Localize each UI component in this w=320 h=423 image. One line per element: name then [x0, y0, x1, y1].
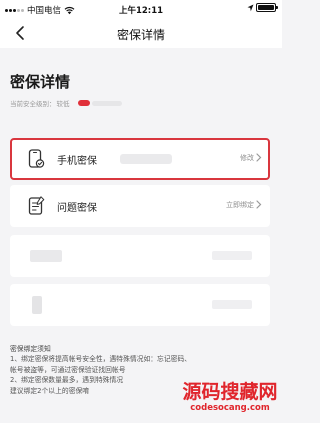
notes-line: 帐号被盗等，可通过密保验证找回帐号	[10, 365, 126, 374]
blurred-action	[212, 300, 252, 309]
status-time: 上午12:11	[118, 6, 164, 16]
security-level-indicator	[77, 100, 90, 106]
phone-shield-icon	[28, 149, 45, 168]
masked-phone-number	[120, 154, 172, 164]
blurred-action	[212, 251, 252, 260]
blurred-icon	[32, 296, 42, 314]
question-note-icon	[28, 196, 45, 215]
question-security-label: 问题密保	[57, 203, 97, 214]
location-icon	[247, 4, 254, 11]
watermark-text: 源码搜藏网	[182, 381, 278, 403]
chevron-right-icon	[256, 200, 262, 209]
phone-security-label: 手机密保	[57, 156, 97, 167]
security-header: 密保详情 当前安全级别： 较低	[0, 48, 282, 110]
security-level-label: 当前安全级别：	[10, 100, 56, 108]
blurred-security-item[interactable]	[10, 284, 270, 326]
battery-icon	[256, 3, 278, 12]
blurred-security-item[interactable]	[10, 235, 270, 277]
status-right	[247, 3, 278, 12]
phone-security-action[interactable]: 修改	[240, 153, 254, 163]
question-security-action[interactable]: 立即绑定	[226, 200, 254, 210]
question-security-item[interactable]: 问题密保 立即绑定	[10, 185, 270, 227]
nav-title: 密保详情	[116, 28, 165, 42]
security-level-bar	[91, 100, 122, 106]
phone-security-item[interactable]: 手机密保 修改	[10, 138, 270, 180]
notes-line: 1、绑定密保将提高帐号安全性，遇特殊情况如：忘记密码、	[10, 355, 192, 364]
security-level-value: 较低	[56, 100, 70, 108]
notes-title: 密保绑定须知	[10, 345, 51, 353]
watermark: 源码搜藏网 codesocang.com	[180, 381, 280, 413]
chevron-right-icon	[256, 153, 262, 162]
security-level-row: 当前安全级别： 较低	[10, 98, 122, 108]
watermark-url: codesocang.com	[190, 403, 270, 413]
navigation-bar: 密保详情	[0, 18, 282, 48]
status-bar: 中国电信 上午12:11	[0, 0, 282, 18]
page-title: 密保详情	[10, 73, 71, 91]
blurred-label	[30, 250, 62, 262]
